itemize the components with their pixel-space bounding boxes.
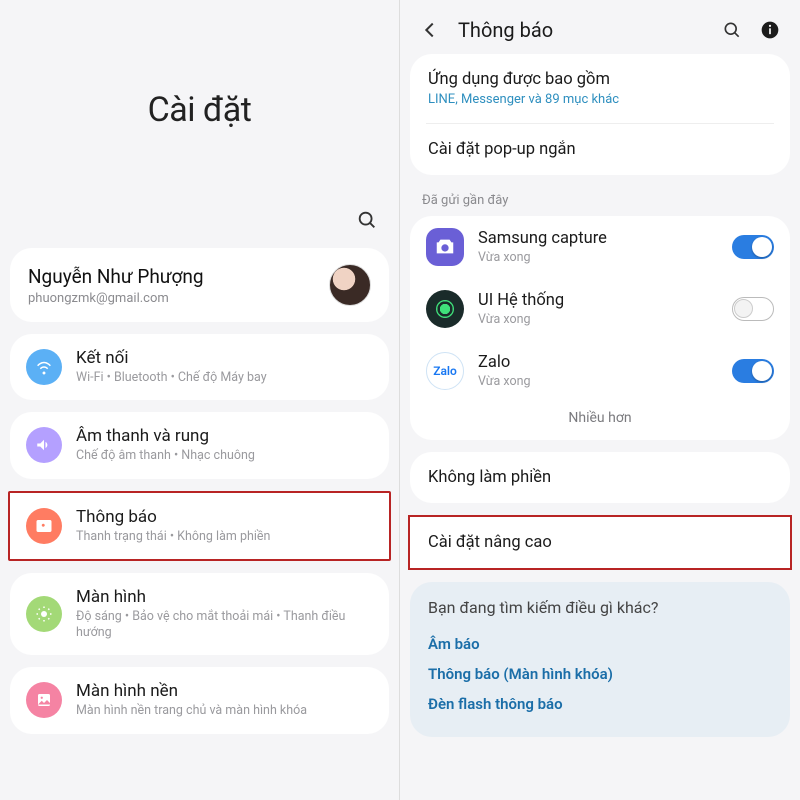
suggestions-card: Bạn đang tìm kiếm điều gì khác? Âm báo T… (410, 582, 790, 737)
included-popup-card: Ứng dụng được bao gồm LINE, Messenger và… (410, 54, 790, 175)
recent-apps-card: Samsung capture Vừa xong UI Hệ thống Vừa… (410, 216, 790, 440)
row-sound[interactable]: Âm thanh và rung Chế độ âm thanh • Nhạc … (10, 412, 389, 478)
header: Thông báo (400, 0, 800, 54)
toggle[interactable] (732, 235, 774, 259)
wifi-icon (26, 349, 62, 385)
toolbar (0, 200, 399, 248)
avatar[interactable] (329, 264, 371, 306)
toggle[interactable] (732, 297, 774, 321)
header-title: Thông báo (458, 18, 708, 42)
toggle[interactable] (732, 359, 774, 383)
app-icon (426, 290, 464, 328)
row-wallpaper[interactable]: Màn hình nền Màn hình nền trang chủ và m… (10, 667, 389, 733)
profile-card[interactable]: Nguyễn Như Phượng phuongzmk@gmail.com (10, 248, 389, 322)
profile-email: phuongzmk@gmail.com (28, 291, 204, 306)
profile-name: Nguyễn Như Phượng (28, 265, 204, 288)
search-icon[interactable] (353, 206, 381, 234)
app-samsung-capture[interactable]: Samsung capture Vừa xong (410, 216, 790, 278)
row-display[interactable]: Màn hình Độ sáng • Bảo vệ cho mắt thoải … (10, 573, 389, 656)
suggest-link-sound[interactable]: Âm báo (428, 629, 772, 659)
page-title: Cài đặt (0, 0, 399, 200)
suggestions-title: Bạn đang tìm kiếm điều gì khác? (428, 598, 772, 617)
recent-label: Đã gửi gần đây (400, 187, 800, 216)
info-icon[interactable] (756, 16, 784, 44)
highlight-notifications: Thông báo Thanh trạng thái • Không làm p… (8, 491, 391, 561)
back-icon[interactable] (416, 16, 444, 44)
highlight-advanced: Cài đặt nâng cao (408, 515, 792, 570)
settings-screen: Cài đặt Nguyễn Như Phượng phuongzmk@gmai… (0, 0, 400, 800)
wallpaper-icon (26, 682, 62, 718)
sound-icon (26, 427, 62, 463)
row-advanced-settings[interactable]: Cài đặt nâng cao (410, 517, 790, 568)
app-icon: Zalo (426, 352, 464, 390)
suggest-link-flash[interactable]: Đèn flash thông báo (428, 689, 772, 719)
row-included-apps[interactable]: Ứng dụng được bao gồm LINE, Messenger và… (410, 54, 790, 123)
row-connections[interactable]: Kết nối Wi-Fi • Bluetooth • Chế độ Máy b… (10, 334, 389, 400)
display-icon (26, 596, 62, 632)
notification-icon (26, 508, 62, 544)
row-popup-settings[interactable]: Cài đặt pop-up ngắn (410, 124, 790, 175)
app-system-ui[interactable]: UI Hệ thống Vừa xong (410, 278, 790, 340)
suggest-link-lockscreen[interactable]: Thông báo (Màn hình khóa) (428, 659, 772, 689)
app-zalo[interactable]: Zalo Zalo Vừa xong (410, 340, 790, 402)
more-button[interactable]: Nhiều hơn (410, 402, 790, 440)
row-notifications[interactable]: Thông báo Thanh trạng thái • Không làm p… (10, 493, 389, 559)
notifications-screen: Thông báo Ứng dụng được bao gồm LINE, Me… (400, 0, 800, 800)
search-icon[interactable] (718, 16, 746, 44)
app-icon (426, 228, 464, 266)
row-dnd[interactable]: Không làm phiền (410, 452, 790, 503)
